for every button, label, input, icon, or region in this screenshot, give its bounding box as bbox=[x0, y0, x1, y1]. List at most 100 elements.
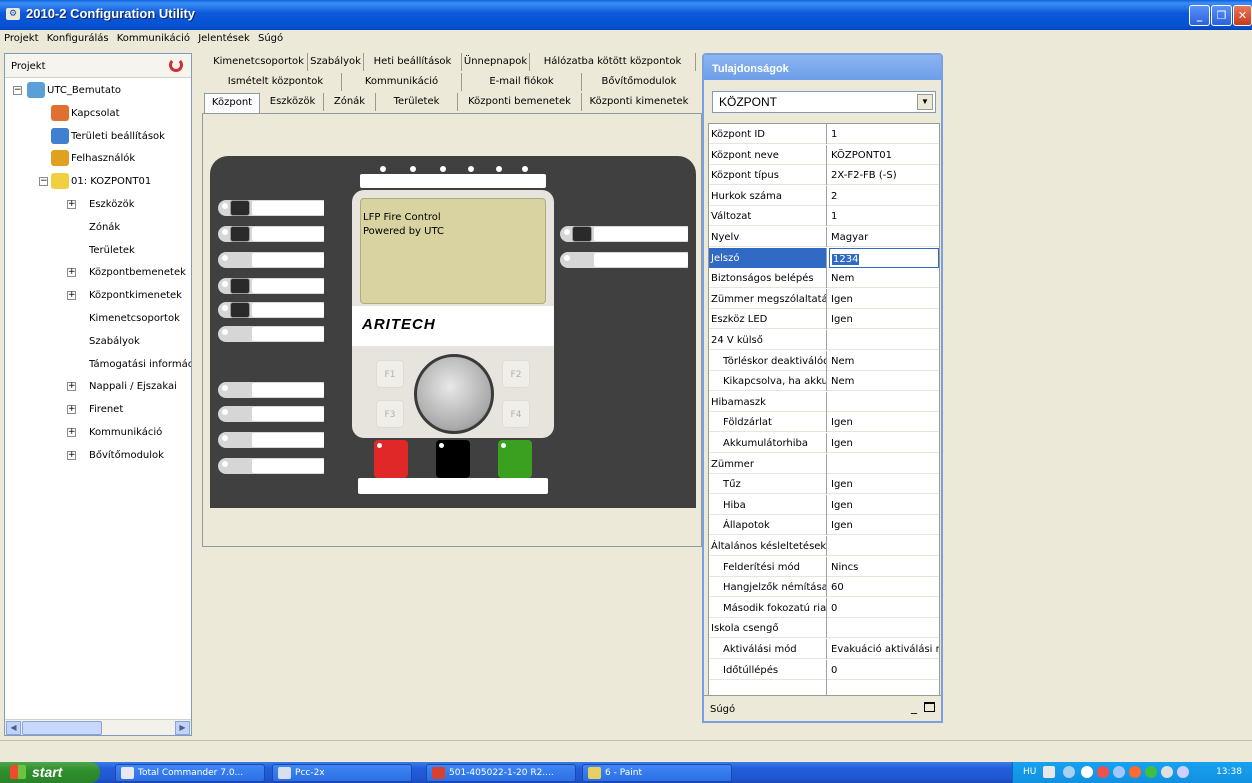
property-row[interactable]: Földzárlat Igen bbox=[709, 412, 939, 433]
property-row[interactable]: Hiba Igen bbox=[709, 494, 939, 515]
property-row[interactable]: Zümmer megszólaltatás Igen bbox=[709, 288, 939, 309]
property-row[interactable]: Hangjelzők némítása 60 bbox=[709, 577, 939, 598]
language-indicator[interactable]: HU bbox=[1023, 767, 1036, 777]
property-value[interactable] bbox=[829, 454, 939, 474]
property-value[interactable]: Igen bbox=[829, 289, 939, 309]
red-key-button[interactable] bbox=[374, 440, 408, 478]
scroll-thumb[interactable] bbox=[22, 721, 102, 735]
scroll-left-button[interactable]: ◀ bbox=[6, 721, 21, 735]
tree-item[interactable]: Kommunikáció bbox=[89, 427, 191, 438]
property-row[interactable]: Nyelv Magyar bbox=[709, 227, 939, 247]
tree-item[interactable]: Nappali / Éjszakai bbox=[89, 381, 191, 392]
tree-item[interactable]: 01: KÖZPONT01 bbox=[71, 176, 191, 187]
tree-item[interactable]: Bővítőmodulok bbox=[89, 450, 191, 461]
property-row[interactable]: Hibamaszk bbox=[709, 391, 939, 412]
property-value[interactable]: 60 bbox=[829, 577, 939, 597]
task-pcc2x[interactable]: Pcc-2x bbox=[272, 764, 412, 782]
tab-kozpont[interactable]: Központ bbox=[204, 93, 260, 113]
tree-item[interactable]: Területek bbox=[89, 245, 191, 256]
property-value[interactable]: Igen bbox=[829, 474, 939, 494]
tab-teruletek[interactable]: Területek bbox=[376, 93, 458, 111]
menu-jelentesek[interactable]: Jelentések bbox=[198, 30, 250, 44]
property-value[interactable]: Igen bbox=[829, 309, 939, 329]
property-value[interactable]: Nincs bbox=[829, 557, 939, 577]
tree-expander[interactable]: + bbox=[67, 450, 76, 460]
property-value[interactable]: KÖZPONT01 bbox=[829, 145, 939, 165]
control-knob[interactable] bbox=[414, 354, 494, 434]
tab-szabalyok[interactable]: Szabályok bbox=[308, 53, 364, 71]
chevron-down-icon[interactable]: ▼ bbox=[917, 94, 933, 110]
tree-item[interactable]: Támogatási információ bbox=[89, 359, 191, 370]
task-paint[interactable]: 6 - Paint bbox=[582, 764, 732, 782]
start-button[interactable]: start bbox=[0, 762, 100, 783]
property-value[interactable]: Evakuáció aktiválási mód bbox=[829, 639, 939, 659]
f2-button[interactable]: F2 bbox=[502, 360, 530, 388]
property-value[interactable]: Igen bbox=[829, 433, 939, 453]
property-value[interactable]: 1 bbox=[829, 206, 939, 226]
tab-unnepnapok[interactable]: Ünnepnapok bbox=[462, 53, 530, 71]
tree-item[interactable]: Kapcsolat bbox=[71, 108, 191, 119]
task-pdf-document[interactable]: 501-405022-1-20 R2.... bbox=[426, 764, 576, 782]
tree-item[interactable]: Területi beállítások bbox=[71, 131, 191, 142]
property-value[interactable]: 2X-F2-FB (-S) bbox=[829, 165, 939, 185]
tree-expander[interactable]: + bbox=[67, 405, 76, 415]
tree-expander[interactable]: + bbox=[67, 200, 76, 209]
property-value-text[interactable]: 1234 bbox=[832, 253, 860, 265]
property-row[interactable]: Biztonságos belépés Nem bbox=[709, 268, 939, 289]
property-row[interactable]: Jelszó 1234 bbox=[709, 247, 939, 268]
property-row[interactable]: Időtúllépés 0 bbox=[709, 659, 939, 680]
minimize-icon[interactable]: _ bbox=[911, 700, 917, 714]
tab-heti-beallitasok[interactable]: Heti beállítások bbox=[364, 53, 462, 71]
property-row[interactable]: Állapotok Igen bbox=[709, 515, 939, 536]
tree-expander[interactable]: + bbox=[67, 428, 76, 437]
scroll-right-button[interactable]: ▶ bbox=[175, 721, 190, 735]
f3-button[interactable]: F3 bbox=[376, 400, 404, 428]
tree-item[interactable]: Központkimenetek bbox=[89, 290, 191, 301]
tree-item[interactable]: Kimenetcsoportok bbox=[89, 313, 191, 324]
wifi-tray-icon[interactable] bbox=[1177, 766, 1189, 778]
close-button[interactable]: ✕ bbox=[1233, 5, 1252, 26]
maximize-icon[interactable] bbox=[924, 702, 935, 712]
tree-expander[interactable]: + bbox=[67, 382, 76, 392]
tab-eszkozok[interactable]: Eszközök bbox=[262, 93, 324, 111]
property-value[interactable]: 2 bbox=[829, 186, 939, 206]
property-row[interactable]: Eszköz LED Igen bbox=[709, 309, 939, 330]
property-row[interactable]: Kikapcsolva, ha akku Nem bbox=[709, 371, 939, 392]
property-row[interactable]: Akkumulátorhiba Igen bbox=[709, 433, 939, 453]
property-row[interactable]: Általános késleltetések bbox=[709, 536, 939, 556]
property-row[interactable]: Központ ID 1 bbox=[709, 124, 939, 144]
property-value[interactable]: Nem bbox=[829, 371, 939, 391]
property-row[interactable]: Hurkok száma 2 bbox=[709, 185, 939, 206]
tab-bovitomodulok[interactable]: Bővítőmodulok bbox=[582, 73, 696, 91]
restore-button[interactable]: ❐ bbox=[1211, 5, 1232, 26]
property-value[interactable] bbox=[829, 536, 939, 556]
tab-kozponti-bemenetek[interactable]: Központi bemenetek bbox=[458, 93, 582, 111]
tree-item[interactable]: Központbemenetek bbox=[89, 267, 191, 278]
task-total-commander[interactable]: Total Commander 7.0... bbox=[115, 764, 265, 782]
tab-ismetelt-kozpontok[interactable]: Ismételt központok bbox=[210, 73, 342, 91]
property-row[interactable]: Törléskor deaktiválódik Nem bbox=[709, 350, 939, 371]
property-value[interactable]: 1 bbox=[829, 124, 939, 144]
network-tray-icon[interactable] bbox=[1063, 766, 1075, 778]
tab-halozatba-kotott[interactable]: Hálózatba kötött központok bbox=[530, 53, 696, 71]
tree-item[interactable]: UTC_Bemutato bbox=[47, 85, 191, 96]
tab-kommunikacio[interactable]: Kommunikáció bbox=[342, 73, 462, 91]
menu-konfiguralas[interactable]: Konfigurálás bbox=[47, 30, 109, 44]
tree-item[interactable]: Firenet bbox=[89, 404, 191, 415]
refresh-icon[interactable] bbox=[169, 58, 183, 72]
volume-tray-icon[interactable] bbox=[1113, 766, 1125, 778]
bluetooth-tray-icon[interactable] bbox=[1081, 766, 1093, 778]
object-selector[interactable]: KÖZPONT ▼ bbox=[712, 91, 936, 113]
tab-email-fiokok[interactable]: E-mail fiókok bbox=[462, 73, 582, 91]
property-value[interactable]: Magyar bbox=[829, 227, 939, 247]
tree-item[interactable]: Zónák bbox=[89, 222, 191, 233]
property-value[interactable] bbox=[829, 618, 939, 638]
property-row[interactable]: Második fokozatú riasztás0 bbox=[709, 597, 939, 618]
tree-expander[interactable]: + bbox=[67, 268, 76, 278]
property-row[interactable]: Változat 1 bbox=[709, 206, 939, 227]
f1-button[interactable]: F1 bbox=[376, 360, 404, 388]
property-value[interactable]: Igen bbox=[829, 412, 939, 432]
minimize-button[interactable]: _ bbox=[1189, 5, 1210, 26]
help-tray-icon[interactable] bbox=[1043, 766, 1055, 778]
tree-item[interactable]: Eszközök bbox=[89, 199, 191, 210]
